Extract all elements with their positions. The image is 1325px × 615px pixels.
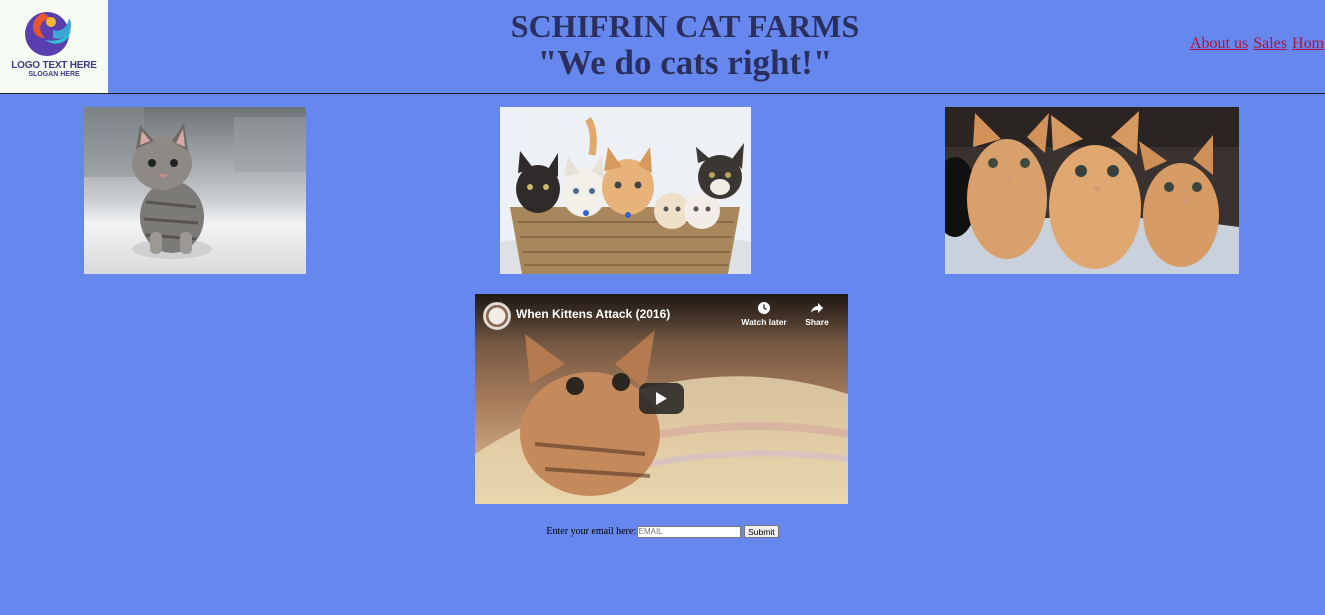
play-button[interactable] [639, 383, 684, 414]
email-form: Enter your email here: Submit [0, 525, 1325, 538]
tabby-kitten-photo [84, 107, 306, 274]
share-label: Share [805, 317, 829, 327]
logo-slogan: SLOGAN HERE [28, 71, 80, 78]
site-header: LOGO TEXT HERE SLOGAN HERE SCHIFRIN CAT … [0, 0, 1325, 94]
email-label: Enter your email here: [546, 526, 637, 537]
page-tagline: "We do cats right!" [537, 43, 833, 82]
logo-mark-icon [25, 12, 72, 56]
nav-link-sales[interactable]: Sales [1253, 35, 1287, 52]
share-icon [811, 303, 823, 313]
nav-link-home[interactable]: Hom [1292, 35, 1324, 52]
top-nav: About us Sales Hom [1190, 35, 1325, 53]
orange-kittens-photo [945, 107, 1239, 274]
email-input[interactable] [636, 525, 741, 538]
video-title[interactable]: When Kittens Attack (2016) [516, 307, 670, 321]
watch-later-button[interactable]: Watch later [738, 301, 790, 327]
page-title: SCHIFRIN CAT FARMS [510, 8, 860, 44]
submit-button[interactable]: Submit [744, 525, 779, 538]
watch-later-label: Watch later [741, 317, 787, 327]
channel-avatar[interactable] [483, 302, 511, 330]
video-player[interactable]: When Kittens Attack (2016) Watch later S… [475, 294, 848, 504]
logo-text: LOGO TEXT HERE [11, 60, 97, 71]
nav-link-about-us[interactable]: About us [1190, 35, 1248, 52]
logo[interactable]: LOGO TEXT HERE SLOGAN HERE [0, 0, 108, 93]
share-button[interactable]: Share [797, 301, 837, 327]
clock-icon [758, 302, 770, 314]
title-block: SCHIFRIN CAT FARMS "We do cats right!" [400, 8, 970, 82]
play-icon [656, 392, 667, 405]
kittens-in-basket-photo [500, 107, 751, 274]
